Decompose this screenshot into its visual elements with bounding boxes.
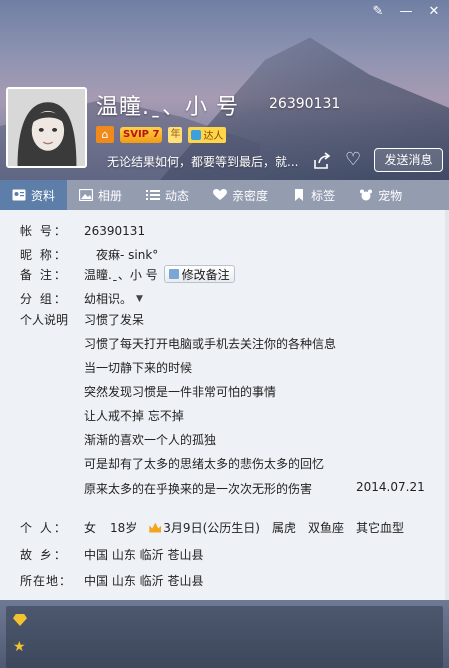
remark-row: 备 注： 温瞳.ˍ、小 号 修改备注 xyxy=(20,265,235,283)
pet-icon xyxy=(360,189,373,201)
zodiac-value: 属虎 xyxy=(271,521,296,535)
daren-badge-label: 达人 xyxy=(203,131,224,142)
hometown-label: 故 乡： xyxy=(20,548,68,562)
crown-icon xyxy=(149,522,162,533)
footer-panel xyxy=(0,600,449,668)
send-message-button[interactable]: 发送消息 xyxy=(374,148,443,172)
group-row: 分 组： 幼相识。 ▼ xyxy=(20,290,143,307)
tab-albums[interactable]: 相册 xyxy=(67,180,134,210)
tab-feed[interactable]: 动态 xyxy=(134,180,201,210)
qq-number: 26390131 xyxy=(269,96,341,112)
profile-header: ✎ — ✕ 温瞳.ˍ、小 号 26390131 ⌂ SVIP 7 年 达人 无论… xyxy=(0,0,449,180)
tab-label: 宠物 xyxy=(378,188,403,203)
bookmark-icon xyxy=(295,189,304,201)
intro-line: 原来太多的在乎换来的是一次次无形的伤害 xyxy=(84,482,313,496)
location-row: 所在地： 中国 山东 临沂 苍山县 xyxy=(20,572,203,589)
scrollbar[interactable] xyxy=(445,210,449,600)
account-row: 帐 号： 26390131 xyxy=(20,222,145,239)
tab-tags[interactable]: 标签 xyxy=(280,180,347,210)
like-heart-icon[interactable]: ♡ xyxy=(345,151,361,169)
tab-pets[interactable]: 宠物 xyxy=(347,180,414,210)
account-value: 26390131 xyxy=(84,223,146,238)
tab-label: 标签 xyxy=(311,188,336,203)
tab-label: 资料 xyxy=(31,188,56,203)
group-value[interactable]: 幼相识。 xyxy=(84,290,132,307)
daren-badge[interactable]: 达人 xyxy=(188,126,227,143)
constellation-value: 双鱼座 xyxy=(307,521,344,535)
group-label: 分 组： xyxy=(20,292,68,306)
intro-date: 2014.07.21 xyxy=(356,480,425,494)
daren-icon xyxy=(191,129,202,140)
photo-album-icon xyxy=(79,189,94,201)
nickname-title: 温瞳.ˍ、小 号 xyxy=(96,95,239,120)
birthday-value: 3月9日(公历生日) xyxy=(163,521,260,535)
badge-row: ⌂ SVIP 7 年 达人 xyxy=(96,126,227,143)
svip-badge-label: SVIP 7 xyxy=(123,129,160,140)
minimize-icon[interactable]: — xyxy=(399,4,413,19)
location-value: 中国 山东 临沂 苍山县 xyxy=(84,574,204,588)
personal-label: 个 人： xyxy=(20,521,68,535)
close-icon[interactable]: ✕ xyxy=(427,4,441,19)
share-icon[interactable] xyxy=(313,152,331,170)
year-vip-badge[interactable]: 年 xyxy=(168,126,183,143)
hometown-row: 故 乡： 中国 山东 临沂 苍山县 xyxy=(20,546,203,563)
remark-value: 温瞳.ˍ、小 号 xyxy=(84,267,158,282)
intro-line: 习惯了发呆 xyxy=(84,313,145,327)
intro-line: 可是却有了太多的思绪太多的悲伤太多的回忆 xyxy=(84,457,325,471)
intro-line: 渐渐的喜欢一个人的孤独 xyxy=(84,433,217,447)
tab-label: 动态 xyxy=(165,188,190,203)
group-dropdown-icon[interactable]: ▼ xyxy=(136,294,143,304)
edit-remark-button[interactable]: 修改备注 xyxy=(163,265,235,283)
footer-inner xyxy=(6,606,443,668)
hometown-value: 中国 山东 临沂 苍山县 xyxy=(84,548,204,562)
nickname-row: 昵 称： 夜痳- sink° xyxy=(20,246,158,263)
heart-icon xyxy=(213,189,228,200)
profile-tabs: 资料 相册 动态 亲密度 标签 宠物 xyxy=(0,180,449,210)
avatar[interactable] xyxy=(6,87,87,168)
remark-label: 备 注： xyxy=(20,267,68,282)
account-label: 帐 号： xyxy=(20,224,68,238)
qzone-home-icon[interactable]: ⌂ xyxy=(96,126,114,143)
nickname-label: 昵 称： xyxy=(20,248,68,262)
skin-brush-icon[interactable]: ✎ xyxy=(371,4,385,19)
window-controls: ✎ — ✕ xyxy=(371,4,441,19)
signature-text[interactable]: 无论结果如何，都要等到最后，就... xyxy=(107,153,298,170)
tab-profile[interactable]: 资料 xyxy=(0,180,68,210)
tab-label: 相册 xyxy=(98,188,123,203)
edit-pen-icon xyxy=(168,269,179,279)
edit-remark-label: 修改备注 xyxy=(181,267,230,282)
avatar-portrait-icon xyxy=(8,89,85,166)
intro-line: 突然发现习惯是一件非常可怕的事情 xyxy=(84,385,277,399)
intro-label: 个人说明 xyxy=(20,313,69,327)
intro-line: 让人戒不掉 忘不掉 xyxy=(84,409,184,423)
intro-line: 习惯了每天打开电脑或手机去关注你的各种信息 xyxy=(84,337,337,351)
location-label: 所在地： xyxy=(20,574,73,588)
tab-intimacy[interactable]: 亲密度 xyxy=(201,180,280,210)
intro-line: 当一切静下来的时候 xyxy=(84,361,193,375)
intro-row: 个人说明 xyxy=(20,311,76,328)
personal-row: 个 人： 女 18岁 3月9日(公历生日) 属虎 双鱼座 其它血型 xyxy=(20,519,404,536)
tab-label: 亲密度 xyxy=(232,188,269,203)
blood-type-value: 其它血型 xyxy=(355,521,404,535)
nickname-value: 夜痳- sink° xyxy=(96,248,159,262)
profile-card-icon xyxy=(12,189,26,201)
age-value: 18岁 xyxy=(110,521,138,535)
star-icon[interactable]: ★ xyxy=(13,640,26,654)
svip-badge[interactable]: SVIP 7 xyxy=(120,126,163,143)
gender-value: 女 xyxy=(84,521,97,535)
feed-icon xyxy=(146,190,161,200)
